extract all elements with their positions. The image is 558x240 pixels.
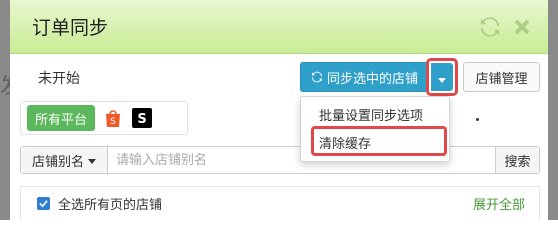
caret-down-icon (88, 153, 96, 168)
dialog-header: 订单同步 (10, 0, 548, 54)
refresh-icon[interactable] (478, 15, 502, 39)
select-all-row: 全选所有页的店铺 展开全部 (20, 186, 540, 220)
sync-icon (311, 71, 323, 83)
caret-down-icon (438, 68, 446, 87)
sync-dropdown-toggle[interactable] (431, 63, 453, 91)
sync-selected-stores-button[interactable]: 同步选中的店铺 (300, 62, 428, 92)
platform-filter: 所有平台 S S (20, 101, 188, 135)
search-button[interactable]: 搜索 (496, 146, 540, 174)
store-manage-button[interactable]: 店铺管理 (463, 62, 540, 92)
sync-selected-label: 同步选中的店铺 (327, 71, 419, 87)
search-field-select[interactable]: 店铺别名 (20, 146, 108, 174)
close-icon[interactable] (510, 15, 534, 39)
menu-item-clear-cache[interactable]: 清除缓存 (301, 129, 449, 155)
svg-text:S: S (110, 117, 116, 127)
expand-all-link[interactable]: 展开全部 (473, 194, 525, 213)
platform-all-button[interactable]: 所有平台 (27, 105, 96, 131)
sync-status-text: 未开始 (38, 71, 80, 87)
store-search-bar: 店铺别名 搜索 (20, 146, 540, 174)
dropdown-toggle-highlight (426, 58, 458, 96)
decorative-dot (476, 118, 479, 121)
menu-item-batch-sync-options[interactable]: 批量设置同步选项 (301, 101, 449, 127)
shopee-icon[interactable]: S (103, 108, 123, 128)
select-all-checkbox[interactable] (37, 197, 50, 210)
sync-dropdown-menu: 批量设置同步选项 清除缓存 (300, 96, 450, 162)
select-all-label: 全选所有页的店铺 (58, 198, 163, 213)
dialog-title: 订单同步 (32, 17, 109, 39)
sync-button-group: 同步选中的店铺 (300, 62, 428, 92)
shein-icon[interactable]: S (131, 107, 153, 129)
search-field-label: 店铺别名 (31, 154, 84, 170)
svg-text:S: S (137, 112, 146, 127)
order-sync-dialog: 订单同步 未开始 同步选中的店铺 店铺管理 所有平台 S S 店铺别名 请输入店… (10, 0, 548, 220)
